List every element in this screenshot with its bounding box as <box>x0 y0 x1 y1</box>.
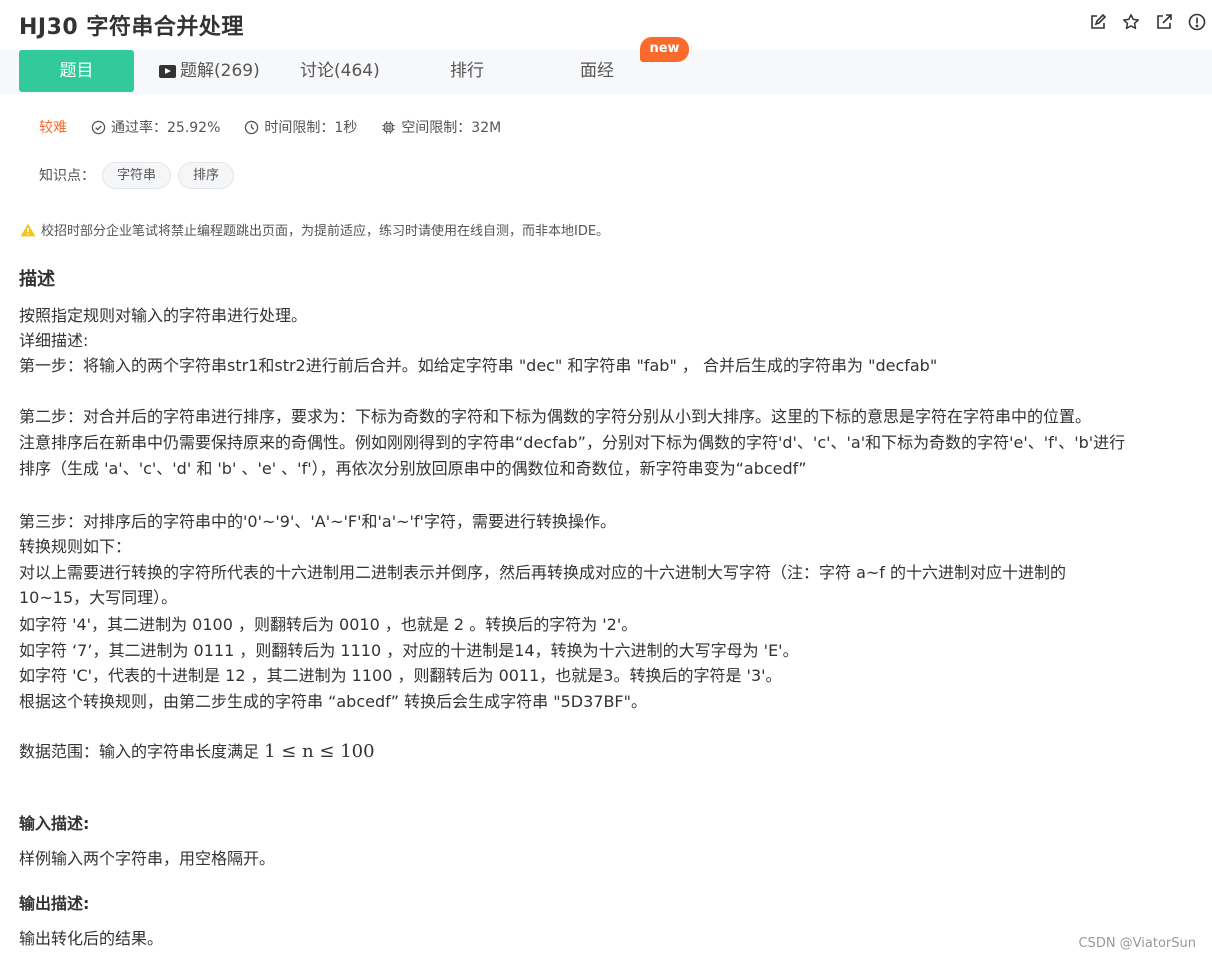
knowledge-label: 知识点： <box>39 168 95 184</box>
description-line: 转换规则如下： <box>19 537 132 556</box>
tab-solutions[interactable]: 题解(269) <box>159 50 260 92</box>
tab-bar: 题目 题解(269) 讨论(464) 排行 面经 new <box>0 37 1212 94</box>
share-icon[interactable] <box>1155 13 1173 31</box>
tab-discussion[interactable]: 讨论(464) <box>300 50 380 92</box>
star-icon[interactable] <box>1122 13 1140 31</box>
description-heading: 描述 <box>19 269 55 290</box>
description-line: 如字符 '4'，其二进制为 0100 ，则翻转后为 0010 ，也就是 2 。转… <box>19 615 638 634</box>
tab-ranking[interactable]: 排行 <box>450 50 484 92</box>
data-range: 数据范围：输入的字符串长度满足 1 ≤ n ≤ 100 <box>19 738 375 762</box>
input-desc-heading: 输入描述: <box>19 814 90 833</box>
description-line: 第二步：对合并后的字符串进行排序，要求为：下标为奇数的字符和下标为偶数的字符分别… <box>19 407 1092 426</box>
header-actions <box>1089 13 1206 31</box>
data-range-math: 1 ≤ n ≤ 100 <box>264 741 375 762</box>
tag-string[interactable]: 字符串 <box>102 161 172 189</box>
description-line: 排序（生成 'a'、'c'、'd' 和 'b' 、'e' 、'f'），再依次分别… <box>19 459 807 478</box>
warning-text: 校招时部分企业笔试将禁止编程题跳出页面，为提前适应，练习时请使用在线自测，而非本… <box>41 224 610 239</box>
tag-sort[interactable]: 排序 <box>178 161 235 189</box>
page-title: HJ30 字符串合并处理 <box>19 15 244 40</box>
output-desc-text: 输出转化后的结果。 <box>19 929 164 948</box>
tab-solutions-label: 题解(269) <box>180 61 260 81</box>
space-limit-text: 空间限制：32M <box>401 120 502 136</box>
data-range-text: 数据范围：输入的字符串长度满足 <box>19 742 265 761</box>
check-circle-icon <box>91 120 106 134</box>
pass-rate: 通过率：25.92% <box>91 117 220 137</box>
watermark-credit: CSDN @ViatorSun <box>1078 936 1196 951</box>
pass-rate-text: 通过率：25.92% <box>111 120 221 136</box>
description-line: 如字符 ‘7’，其二进制为 0111 ，则翻转后为 1110 ，对应的十进制是1… <box>19 641 799 660</box>
tab-problem[interactable]: 题目 <box>19 50 134 92</box>
video-icon <box>159 64 176 78</box>
time-limit-text: 时间限制：1秒 <box>264 120 358 136</box>
description-line: 10~15，大写同理）。 <box>19 588 178 607</box>
description-line: 根据这个转换规则，由第二步生成的字符串 “abcedf” 转换后会生成字符串 "… <box>19 692 647 711</box>
warning-notice: 校招时部分企业笔试将禁止编程题跳出页面，为提前适应，练习时请使用在线自测，而非本… <box>20 220 609 239</box>
tab-interview[interactable]: 面经 <box>580 50 614 92</box>
new-badge: new <box>640 37 689 62</box>
description-line: 第三步：对排序后的字符串中的'0'~'9'、'A'~'F'和'a'~'f'字符，… <box>19 512 616 531</box>
time-limit: 时间限制：1秒 <box>244 117 357 137</box>
knowledge-points: 知识点： 字符串 排序 <box>39 161 235 189</box>
description-line: 按照指定规则对输入的字符串进行处理。 <box>19 306 308 325</box>
chip-icon <box>382 120 395 134</box>
warning-icon <box>20 223 36 236</box>
report-icon[interactable] <box>1188 13 1206 31</box>
output-desc-heading: 输出描述: <box>19 894 90 913</box>
difficulty-label: 较难 <box>39 120 67 136</box>
header: HJ30 字符串合并处理 <box>0 0 1212 48</box>
edit-icon[interactable] <box>1089 13 1107 31</box>
description-line: 详细描述: <box>19 331 89 350</box>
description-line: 第一步：将输入的两个字符串str1和str2进行前后合并。如给定字符串 "dec… <box>19 356 938 375</box>
description-line: 注意排序后在新串中仍需要保持原来的奇偶性。例如刚刚得到的字符串“decfab”，… <box>19 433 1126 452</box>
description-line: 对以上需要进行转换的字符所代表的十六进制用二进制表示并倒序，然后再转换成对应的十… <box>19 563 1067 582</box>
description-line: 如字符 'C'，代表的十进制是 12 ，其二进制为 1100 ，则翻转后为 00… <box>19 666 782 685</box>
clock-icon <box>245 120 259 134</box>
input-desc-text: 样例输入两个字符串，用空格隔开。 <box>19 849 276 868</box>
problem-meta: 较难 通过率：25.92% 时间限制：1秒 空间限制：32M <box>39 117 525 137</box>
space-limit: 空间限制：32M <box>381 117 501 137</box>
